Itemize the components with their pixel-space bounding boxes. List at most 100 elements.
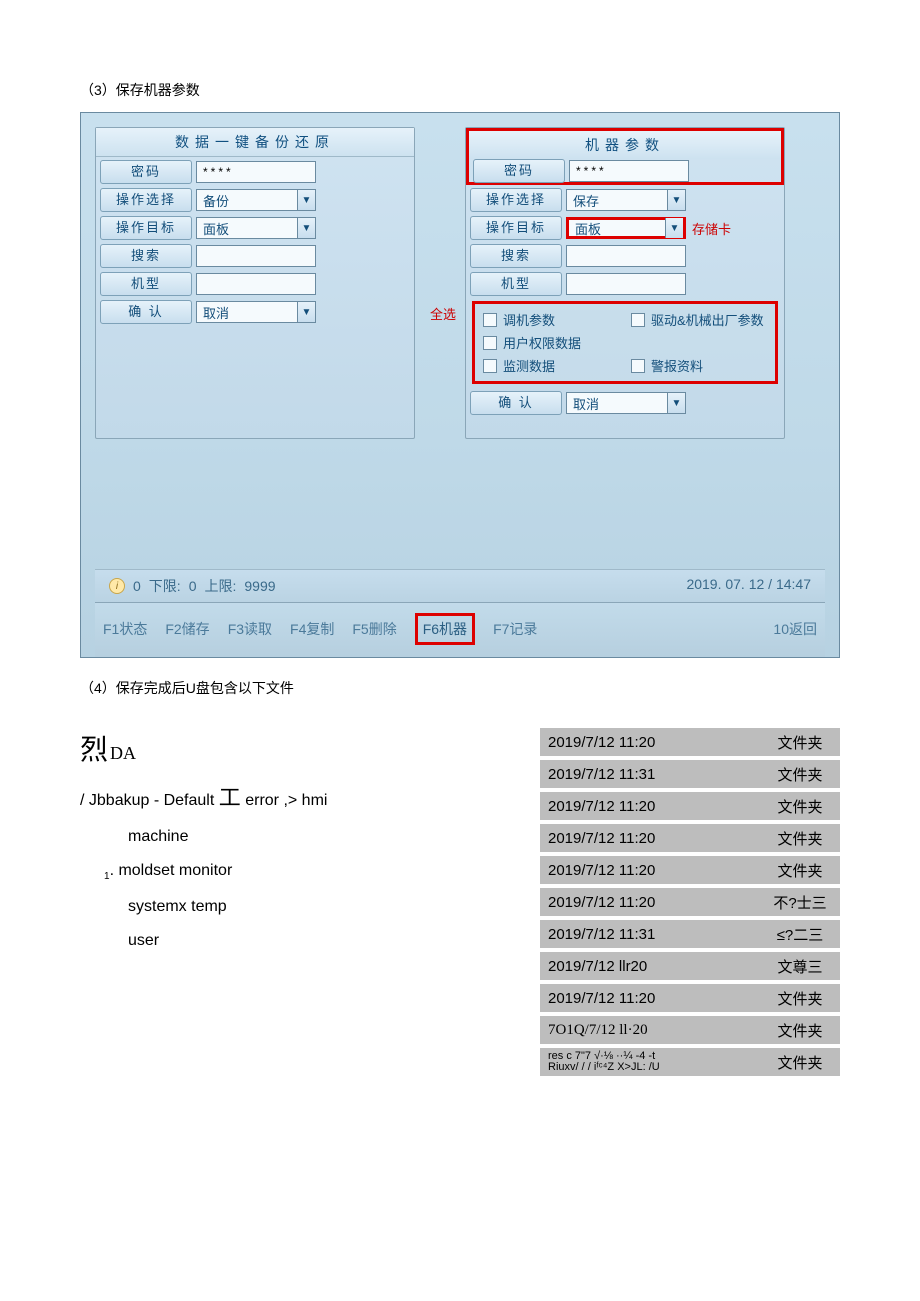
file-type: 不?士三 bbox=[760, 892, 840, 913]
file-date: 2019/7/12 11:31 bbox=[540, 766, 760, 783]
search-button[interactable]: 搜索 bbox=[470, 244, 562, 268]
machine-panel-screenshot: 数据一键备份还原 密码 操作选择 备份 ▼ 操作目标 面板 ▼ bbox=[80, 112, 840, 658]
cancel-dropdown[interactable]: 取消 ▼ bbox=[566, 392, 686, 414]
checkbox-icon bbox=[631, 359, 645, 373]
file-row: 7O1Q/7/12 ll·20文件夹 bbox=[540, 1016, 840, 1044]
ocr-line1a: / Jbbakup - Default bbox=[80, 792, 219, 809]
folder-moldset-monitor: . moldset monitor bbox=[110, 862, 233, 879]
file-type: 文件夹 bbox=[760, 860, 840, 881]
checkbox-alarm-data[interactable]: 警报资料 bbox=[631, 356, 767, 375]
op-select-value: 保存 bbox=[573, 191, 599, 210]
file-row: 2019/7/12 11:20文件夹 bbox=[540, 984, 840, 1012]
chevron-down-icon: ▼ bbox=[297, 190, 315, 210]
section-3-caption: （3）保存机器参数 bbox=[80, 80, 840, 100]
password-field[interactable] bbox=[569, 160, 689, 182]
file-date: 2019/7/12 11:20 bbox=[540, 798, 760, 815]
cancel-value: 取消 bbox=[203, 303, 229, 322]
file-row: 2019/7/12 11:31≤?二三 bbox=[540, 920, 840, 948]
file-type: 文件夹 bbox=[760, 732, 840, 753]
search-field[interactable] bbox=[196, 245, 316, 267]
checkbox-icon bbox=[483, 313, 497, 327]
file-date: 2019/7/12 llr20 bbox=[540, 958, 760, 975]
machine-params-panel: 机器参数 密码 操作选择 保存 ▼ 操作目标 面板 ▼ bbox=[465, 127, 785, 439]
file-row: 2019/7/12 llr20文尊三 bbox=[540, 952, 840, 980]
chevron-down-icon: ▼ bbox=[297, 218, 315, 238]
checkbox-tune-params[interactable]: 调机参数 bbox=[483, 310, 619, 329]
ocr-header-sub: DA bbox=[110, 743, 136, 763]
cancel-value: 取消 bbox=[573, 394, 599, 413]
backup-restore-panel: 数据一键备份还原 密码 操作选择 备份 ▼ 操作目标 面板 ▼ bbox=[95, 127, 415, 439]
password-label-button: 密码 bbox=[473, 159, 565, 183]
confirm-button[interactable]: 确 认 bbox=[100, 300, 192, 324]
file-type: 文件夹 bbox=[760, 764, 840, 785]
file-date: 2019/7/12 11:20 bbox=[540, 830, 760, 847]
file-row: 2019/7/12 11:20文件夹 bbox=[540, 728, 840, 756]
op-select-button: 操作选择 bbox=[470, 188, 562, 212]
ocr-header-big: 烈 bbox=[80, 735, 108, 766]
lower-val: 0 bbox=[189, 578, 197, 594]
op-target-button: 操作目标 bbox=[470, 216, 562, 240]
file-row: 2019/7/12 11:20文件夹 bbox=[540, 824, 840, 852]
op-select-button: 操作选择 bbox=[100, 188, 192, 212]
f3-read[interactable]: F3读取 bbox=[228, 619, 272, 639]
op-target-dropdown[interactable]: 面板 ▼ bbox=[196, 217, 316, 239]
file-date: 2019/7/12 11:20 bbox=[540, 734, 760, 751]
op-select-dropdown[interactable]: 保存 ▼ bbox=[566, 189, 686, 211]
confirm-button[interactable]: 确 认 bbox=[470, 391, 562, 415]
checkbox-user-perm[interactable]: 用户权限数据 bbox=[483, 333, 619, 352]
folder-user: user bbox=[128, 932, 520, 950]
password-field[interactable] bbox=[196, 161, 316, 183]
checkbox-icon bbox=[483, 359, 497, 373]
upper-label: 上限: bbox=[204, 576, 236, 596]
password-label-button: 密码 bbox=[100, 160, 192, 184]
chevron-down-icon: ▼ bbox=[665, 218, 683, 238]
model-button: 机型 bbox=[100, 272, 192, 296]
op-select-dropdown[interactable]: 备份 ▼ bbox=[196, 189, 316, 211]
folder-machine: machine bbox=[128, 828, 520, 846]
file-type: ≤?二三 bbox=[760, 924, 840, 945]
f4-copy[interactable]: F4复制 bbox=[290, 619, 334, 639]
search-button[interactable]: 搜索 bbox=[100, 244, 192, 268]
file-type: 文件夹 bbox=[760, 1020, 840, 1041]
file-date: res c 7"7 √·⅛ ··¼ -4 -t Riuxv/ / / iᶠᶜ⁴Z… bbox=[540, 1051, 760, 1073]
checkbox-drive-factory[interactable]: 驱动&机械出厂参数 bbox=[631, 310, 767, 329]
file-row: 2019/7/12 11:20不?士三 bbox=[540, 888, 840, 916]
f1-status[interactable]: F1状态 bbox=[103, 619, 147, 639]
model-field[interactable] bbox=[196, 273, 316, 295]
model-field[interactable] bbox=[566, 273, 686, 295]
op-target-button: 操作目标 bbox=[100, 216, 192, 240]
file-date: 7O1Q/7/12 ll·20 bbox=[540, 1022, 760, 1039]
op-target-dropdown[interactable]: 面板 ▼ bbox=[566, 217, 686, 239]
file-type: 文件夹 bbox=[760, 988, 840, 1009]
f2-save[interactable]: F2储存 bbox=[165, 619, 209, 639]
f5-delete[interactable]: F5删除 bbox=[352, 619, 396, 639]
file-type: 文件夹 bbox=[760, 796, 840, 817]
file-row: res c 7"7 √·⅛ ··¼ -4 -t Riuxv/ / / iᶠᶜ⁴Z… bbox=[540, 1048, 840, 1076]
folder-systemx-temp: systemx temp bbox=[128, 898, 520, 916]
upper-val: 9999 bbox=[244, 578, 275, 594]
select-all-label: 全选 bbox=[430, 304, 456, 323]
storage-note: 存储卡 bbox=[692, 219, 731, 238]
function-key-bar: F1状态 F2储存 F3读取 F4复制 F5删除 F6机器 F7记录 10返回 bbox=[95, 602, 825, 657]
status-bar: i 0 下限: 0 上限: 9999 2019. 07. 12 / 14:47 bbox=[95, 569, 825, 602]
section-4-caption: （4）保存完成后U盘包含以下文件 bbox=[80, 678, 840, 698]
file-row: 2019/7/12 11:31文件夹 bbox=[540, 760, 840, 788]
file-type: 文件夹 bbox=[760, 828, 840, 849]
ocr-line1b: error ,> hmi bbox=[241, 792, 328, 809]
status-num: 0 bbox=[133, 578, 141, 594]
file-date: 2019/7/12 11:31 bbox=[540, 926, 760, 943]
file-date: 2019/7/12 11:20 bbox=[540, 894, 760, 911]
chevron-down-icon: ▼ bbox=[667, 393, 685, 413]
info-icon: i bbox=[109, 578, 125, 594]
checkbox-monitor-data[interactable]: 监测数据 bbox=[483, 356, 619, 375]
lower-label: 下限: bbox=[149, 576, 181, 596]
f6-machine[interactable]: F6机器 bbox=[415, 613, 475, 645]
f7-record[interactable]: F7记录 bbox=[493, 619, 537, 639]
f10-back[interactable]: 10返回 bbox=[773, 619, 817, 639]
machine-params-title: 机器参数 bbox=[466, 128, 784, 159]
params-checkbox-group: 调机参数 驱动&机械出厂参数 用户权限数据 监测数据 警报资料 bbox=[472, 301, 778, 384]
search-field[interactable] bbox=[566, 245, 686, 267]
cancel-dropdown[interactable]: 取消 ▼ bbox=[196, 301, 316, 323]
op-target-value: 面板 bbox=[203, 219, 229, 238]
model-button: 机型 bbox=[470, 272, 562, 296]
